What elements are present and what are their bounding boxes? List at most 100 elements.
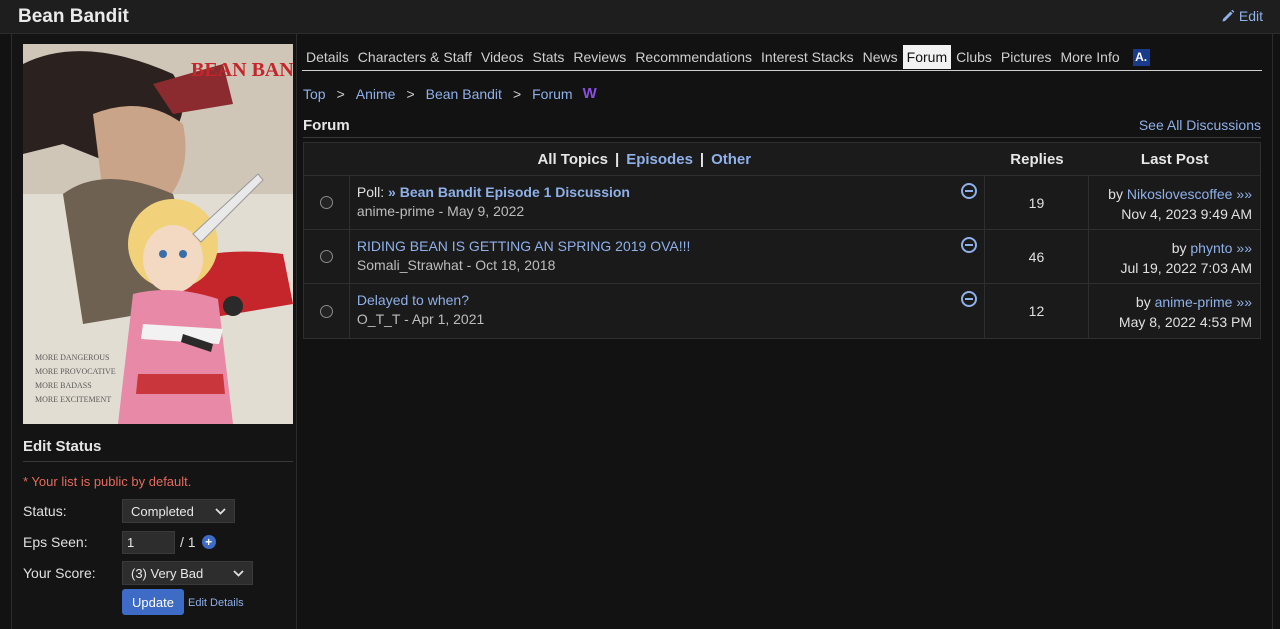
tab-recommendations[interactable]: Recommendations: [631, 45, 756, 69]
cover-image[interactable]: BEAN BANDIT MORE DANGEROUS MORE PROVOCAT…: [23, 44, 293, 424]
edit-status-title: Edit Status: [23, 438, 293, 462]
topic-author[interactable]: anime-prime: [357, 203, 435, 219]
breadcrumb-bean-bandit[interactable]: Bean Bandit: [426, 86, 502, 102]
last-post-date: Nov 4, 2023 9:49 AM: [1121, 206, 1252, 222]
last-post-cell: by phynto»» Jul 19, 2022 7:03 AM: [1089, 230, 1260, 283]
topic-meta: Somali_Strawhat - Oct 18, 2018: [356, 257, 556, 273]
last-post-user[interactable]: anime-prime: [1155, 294, 1233, 310]
title-bar: Bean Bandit Edit: [0, 0, 1280, 34]
replies-count: 19: [985, 176, 1090, 229]
replies-column-header: Replies: [1010, 150, 1064, 168]
content-frame: BEAN BANDIT MORE DANGEROUS MORE PROVOCAT…: [11, 34, 1273, 629]
row-radio[interactable]: [319, 304, 333, 318]
jump-to-last-icon[interactable]: »»: [1236, 240, 1252, 256]
topic-author[interactable]: O_T_T: [357, 311, 400, 327]
topic-date: May 9, 2022: [447, 203, 525, 219]
tab-news[interactable]: News: [859, 45, 902, 69]
last-post-user[interactable]: phynto: [1190, 240, 1232, 256]
jump-to-last-icon[interactable]: »»: [1236, 294, 1252, 310]
breadcrumb-forum[interactable]: Forum: [532, 86, 572, 102]
topic-title-text[interactable]: RIDING BEAN IS GETTING AN SPRING 2019 OV…: [357, 238, 691, 254]
topic-title[interactable]: RIDING BEAN IS GETTING AN SPRING 2019 OV…: [357, 237, 984, 255]
score-row: Your Score: (3) Very Bad: [23, 561, 253, 585]
tab-characters-staff[interactable]: Characters & Staff: [354, 45, 476, 69]
row-select-cell: [304, 284, 350, 338]
topic-date: Oct 18, 2018: [475, 257, 556, 273]
tab-more-info[interactable]: More Info: [1056, 45, 1123, 69]
topic-cell: Poll: » Bean Bandit Episode 1 Discussion…: [350, 176, 985, 229]
status-row: Status: Completed: [23, 499, 235, 523]
row-select-cell: [304, 230, 350, 283]
filter-divider: |: [699, 150, 705, 168]
topic-cell: Delayed to when? O_T_T - Apr 1, 2021: [350, 284, 985, 338]
score-value: (3) Very Bad: [131, 565, 204, 581]
cover-tagline-1: MORE DANGEROUS: [35, 353, 109, 362]
status-select[interactable]: Completed: [122, 499, 235, 523]
wiki-icon[interactable]: W: [583, 85, 597, 102]
breadcrumb-top[interactable]: Top: [303, 86, 326, 102]
tab-forum[interactable]: Forum: [902, 45, 952, 69]
table-row: RIDING BEAN IS GETTING AN SPRING 2019 OV…: [304, 230, 1260, 284]
topic-title-text[interactable]: Delayed to when?: [357, 292, 469, 308]
forum-table: All Topics | Episodes | Other Replies La…: [303, 142, 1261, 339]
tab-stats[interactable]: Stats: [529, 45, 569, 69]
filter-episodes[interactable]: Episodes: [626, 151, 693, 168]
topic-title[interactable]: Delayed to when?: [357, 291, 984, 309]
collapse-minus-icon[interactable]: [960, 291, 977, 307]
page-title: Bean Bandit: [18, 6, 129, 27]
increment-icon[interactable]: +: [201, 535, 216, 549]
last-post-date: May 8, 2022 4:53 PM: [1118, 314, 1252, 330]
tab-pictures[interactable]: Pictures: [997, 45, 1056, 69]
breadcrumb: Top > Anime > Bean Bandit > Forum W: [303, 85, 597, 102]
breadcrumb-separator: >: [512, 85, 522, 102]
topic-meta: anime-prime - May 9, 2022: [356, 203, 525, 219]
breadcrumb-anime[interactable]: Anime: [356, 86, 396, 102]
table-row: Poll: » Bean Bandit Episode 1 Discussion…: [304, 176, 1260, 230]
filter-other[interactable]: Other: [711, 151, 751, 168]
public-note: * Your list is public by default.: [23, 474, 192, 489]
collapse-minus-icon[interactable]: [960, 183, 977, 199]
filter-all-topics[interactable]: All Topics: [537, 151, 608, 168]
table-row: Delayed to when? O_T_T - Apr 1, 2021 12 …: [304, 284, 1260, 338]
poll-prefix: Poll:: [356, 184, 389, 200]
anilist-icon[interactable]: A.: [1132, 48, 1150, 66]
see-all-discussions-link[interactable]: See All Discussions: [1139, 117, 1261, 133]
collapse-minus-icon[interactable]: [960, 237, 977, 253]
edit-details-link[interactable]: Edit Details: [188, 597, 244, 609]
eps-input[interactable]: 1: [122, 530, 175, 554]
jump-to-last-icon[interactable]: »»: [1236, 186, 1252, 202]
cover-tagline-2: MORE PROVOCATIVE: [35, 367, 116, 376]
topic-filter: All Topics | Episodes | Other: [304, 143, 985, 175]
tab-details[interactable]: Details: [302, 45, 353, 69]
last-post-column-header: Last Post: [1140, 150, 1209, 168]
topic-title[interactable]: Poll: » Bean Bandit Episode 1 Discussion: [357, 183, 984, 201]
eps-row: Eps Seen: 1 / 1 +: [23, 530, 216, 554]
chevron-down-icon: [233, 569, 244, 577]
filter-divider: |: [615, 150, 620, 168]
cover-art: BEAN BANDIT MORE DANGEROUS MORE PROVOCAT…: [23, 44, 293, 424]
cover-tagline-3: MORE BADASS: [35, 381, 92, 390]
row-radio[interactable]: [319, 196, 333, 209]
last-post-user[interactable]: Nikoslovescoffee: [1127, 186, 1233, 202]
row-select-cell: [304, 176, 350, 229]
replies-count: 46: [985, 230, 1090, 283]
pencil-icon: [1222, 9, 1235, 22]
forum-header: Forum See All Discussions: [303, 116, 1261, 138]
tab-reviews[interactable]: Reviews: [569, 45, 630, 69]
eps-label: Eps Seen:: [23, 534, 88, 550]
score-select[interactable]: (3) Very Bad: [122, 561, 253, 585]
score-label: Your Score:: [23, 565, 96, 581]
update-button[interactable]: Update: [122, 589, 184, 615]
status-label: Status:: [23, 503, 67, 519]
last-post-date: Jul 19, 2022 7:03 AM: [1120, 260, 1252, 276]
eps-total: / 1: [180, 534, 196, 550]
topic-title-text[interactable]: » Bean Bandit Episode 1 Discussion: [388, 184, 630, 200]
tab-videos[interactable]: Videos: [477, 45, 528, 69]
tab-clubs[interactable]: Clubs: [952, 45, 996, 69]
edit-label: Edit: [1238, 8, 1263, 24]
topic-author[interactable]: Somali_Strawhat: [357, 257, 463, 273]
edit-link[interactable]: Edit: [1221, 8, 1263, 24]
chevron-down-icon: [215, 507, 226, 515]
row-radio[interactable]: [319, 250, 333, 263]
tab-interest-stacks[interactable]: Interest Stacks: [757, 45, 858, 69]
